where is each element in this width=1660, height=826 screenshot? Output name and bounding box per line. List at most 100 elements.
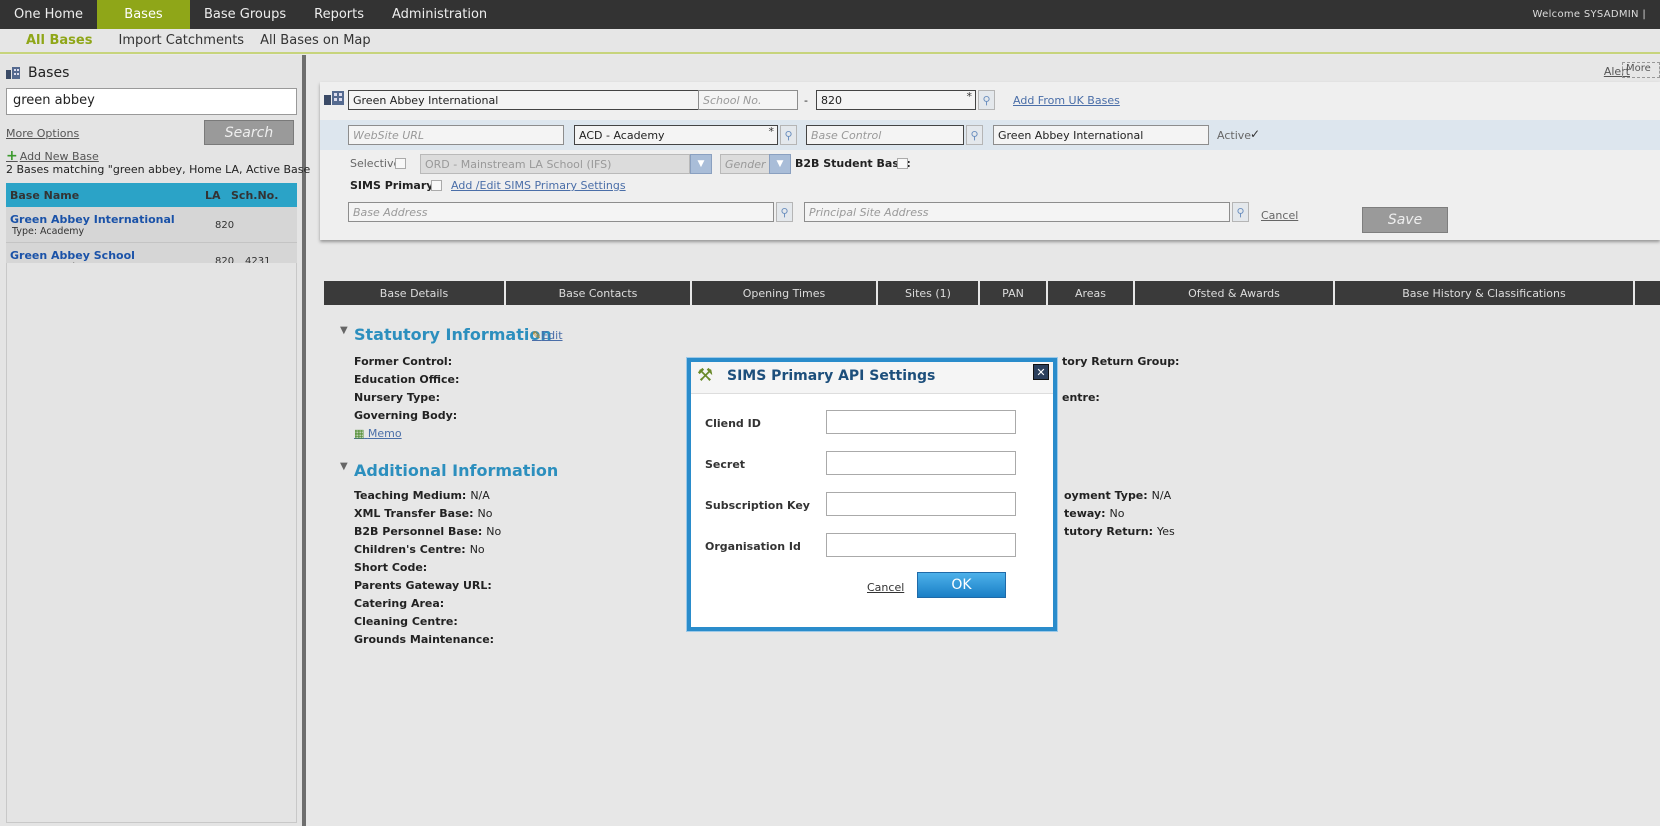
collapse-triangle-icon[interactable]: ▼ bbox=[340, 461, 348, 472]
field-label: Short Code: bbox=[354, 561, 428, 574]
la-value: 820 bbox=[821, 94, 842, 107]
required-marker: * bbox=[768, 125, 775, 138]
base-type-field[interactable]: ACD - Academy * bbox=[574, 125, 778, 145]
add-from-uk-bases-link[interactable]: Add From UK Bases bbox=[1013, 94, 1120, 107]
type-lookup-icon[interactable]: ⚲ bbox=[780, 125, 797, 145]
buildings-icon bbox=[324, 91, 344, 105]
close-icon[interactable]: ✕ bbox=[1033, 364, 1049, 380]
modal-title: SIMS Primary API Settings bbox=[727, 368, 936, 384]
ord-dropdown-arrow-icon[interactable]: ▼ bbox=[690, 154, 712, 174]
cleaning-centre-field: Cleaning Centre: bbox=[354, 615, 462, 628]
field-value: N/A bbox=[1151, 489, 1172, 502]
statutory-return-group-label: tory Return Group: bbox=[1062, 355, 1180, 368]
field-label: Grounds Maintenance: bbox=[354, 633, 495, 646]
subnav-import-catchments[interactable]: Import Catchments bbox=[110, 33, 252, 48]
cancel-link[interactable]: Cancel bbox=[1261, 209, 1298, 222]
control-lookup-icon[interactable]: ⚲ bbox=[966, 125, 983, 145]
modal-cancel-link[interactable]: Cancel bbox=[867, 581, 904, 594]
memo-link[interactable]: ▦ Memo bbox=[354, 427, 402, 440]
base-control-field[interactable]: Base Control bbox=[806, 125, 964, 145]
secret-input[interactable] bbox=[826, 451, 1016, 475]
nav-one-home[interactable]: One Home bbox=[0, 0, 97, 29]
tab-opening-times[interactable]: Opening Times bbox=[692, 281, 878, 305]
nav-base-groups[interactable]: Base Groups bbox=[190, 0, 300, 29]
subnav-all-bases[interactable]: All Bases bbox=[0, 33, 110, 48]
la-field[interactable]: 820 * bbox=[816, 90, 976, 110]
field-label: Cleaning Centre: bbox=[354, 615, 458, 628]
col-sch-no[interactable]: Sch.No. bbox=[231, 189, 278, 202]
base-la: 820 bbox=[215, 220, 235, 231]
nav-reports[interactable]: Reports bbox=[300, 0, 378, 29]
ord-dropdown[interactable]: ORD - Mainstream LA School (IFS) bbox=[420, 154, 690, 174]
base-type-value: ACD - Academy bbox=[579, 129, 665, 142]
field-value: No bbox=[486, 525, 502, 538]
sub-nav: All Bases Import Catchments All Bases on… bbox=[0, 29, 1660, 54]
field-value: No bbox=[477, 507, 493, 520]
nav-bases[interactable]: Bases bbox=[97, 0, 190, 29]
subscription-key-input[interactable] bbox=[826, 492, 1016, 516]
more-button[interactable]: More bbox=[1622, 62, 1660, 78]
gender-dropdown[interactable]: Gender bbox=[720, 154, 772, 174]
col-la[interactable]: LA bbox=[205, 189, 221, 202]
memo-label: Memo bbox=[367, 427, 402, 440]
school-no-field[interactable]: School No. bbox=[698, 90, 798, 110]
tab-ofsted-awards[interactable]: Ofsted & Awards bbox=[1135, 281, 1335, 305]
search-button[interactable]: Search bbox=[204, 120, 294, 145]
sims-primary-label: SIMS Primary: bbox=[350, 179, 438, 192]
bases-list-empty-area bbox=[6, 263, 297, 823]
principal-address-field[interactable]: Principal Site Address bbox=[804, 202, 1230, 222]
sims-primary-settings-link[interactable]: Add /Edit SIMS Primary Settings bbox=[451, 179, 626, 192]
plus-icon: + bbox=[6, 148, 18, 164]
field-value: No bbox=[1109, 507, 1125, 520]
la-lookup-icon[interactable]: ⚲ bbox=[978, 90, 995, 110]
collapse-triangle-icon[interactable]: ▼ bbox=[340, 325, 348, 336]
base-name-link[interactable]: Green Abbey International bbox=[10, 213, 175, 226]
add-new-base-link[interactable]: + Add New Base bbox=[6, 148, 99, 164]
selective-label: Selective bbox=[350, 157, 401, 170]
field-label: Parents Gateway URL: bbox=[354, 579, 492, 592]
principal-address-lookup-icon[interactable]: ⚲ bbox=[1232, 202, 1249, 222]
table-row[interactable]: Green Abbey International Type: Academy … bbox=[6, 207, 297, 243]
tab-sites[interactable]: Sites (1) bbox=[878, 281, 980, 305]
nav-administration[interactable]: Administration bbox=[378, 0, 501, 29]
tab-base-history[interactable]: Base History & Classifications bbox=[1335, 281, 1635, 305]
bases-panel: Bases green abbey More Options Search + … bbox=[0, 55, 321, 826]
full-name-field[interactable]: Green Abbey International bbox=[993, 125, 1209, 145]
b2b-student-checkbox[interactable] bbox=[897, 158, 908, 169]
base-name-field[interactable]: Green Abbey International* bbox=[348, 90, 708, 110]
base-search-input[interactable]: green abbey bbox=[6, 88, 297, 115]
active-checkbox[interactable]: ✓ bbox=[1250, 127, 1260, 141]
tab-pan[interactable]: PAN bbox=[980, 281, 1048, 305]
sims-primary-checkbox[interactable] bbox=[431, 180, 442, 191]
b2b-student-label: B2B Student Base: bbox=[795, 157, 911, 170]
field-value: Yes bbox=[1157, 525, 1175, 538]
base-address-lookup-icon[interactable]: ⚲ bbox=[776, 202, 793, 222]
field-label: XML Transfer Base: bbox=[354, 507, 474, 520]
modal-ok-button[interactable]: OK bbox=[917, 572, 1006, 598]
subnav-all-bases-on-map[interactable]: All Bases on Map bbox=[252, 33, 379, 48]
gender-dropdown-arrow-icon[interactable]: ▼ bbox=[769, 154, 791, 174]
field-label: tutory Return: bbox=[1064, 525, 1154, 538]
more-options-link[interactable]: More Options bbox=[6, 127, 79, 140]
b2b-personnel-field: B2B Personnel Base: No bbox=[354, 525, 501, 538]
field-label: Teaching Medium: bbox=[354, 489, 467, 502]
base-name-link[interactable]: Green Abbey School bbox=[10, 249, 135, 262]
col-base-name[interactable]: Base Name bbox=[10, 189, 79, 202]
organisation-id-input[interactable] bbox=[826, 533, 1016, 557]
base-type: Type: Academy bbox=[12, 226, 85, 237]
selective-checkbox[interactable] bbox=[395, 158, 406, 169]
grounds-maintenance-field: Grounds Maintenance: bbox=[354, 633, 498, 646]
website-url-field[interactable]: WebSite URL bbox=[348, 125, 564, 145]
edit-label: Edit bbox=[541, 329, 563, 342]
save-button[interactable]: Save bbox=[1362, 207, 1448, 233]
tab-areas[interactable]: Areas bbox=[1048, 281, 1135, 305]
edit-link[interactable]: ✎Edit bbox=[532, 329, 563, 342]
base-edit-card: Green Abbey International* School No. - … bbox=[320, 82, 1660, 240]
field-label: Children's Centre: bbox=[354, 543, 466, 556]
field-label: Catering Area: bbox=[354, 597, 445, 610]
base-address-field[interactable]: Base Address bbox=[348, 202, 774, 222]
education-office-label: Education Office: bbox=[354, 373, 460, 386]
client-id-input[interactable] bbox=[826, 410, 1016, 434]
tab-base-details[interactable]: Base Details bbox=[324, 281, 506, 305]
tab-base-contacts[interactable]: Base Contacts bbox=[506, 281, 692, 305]
